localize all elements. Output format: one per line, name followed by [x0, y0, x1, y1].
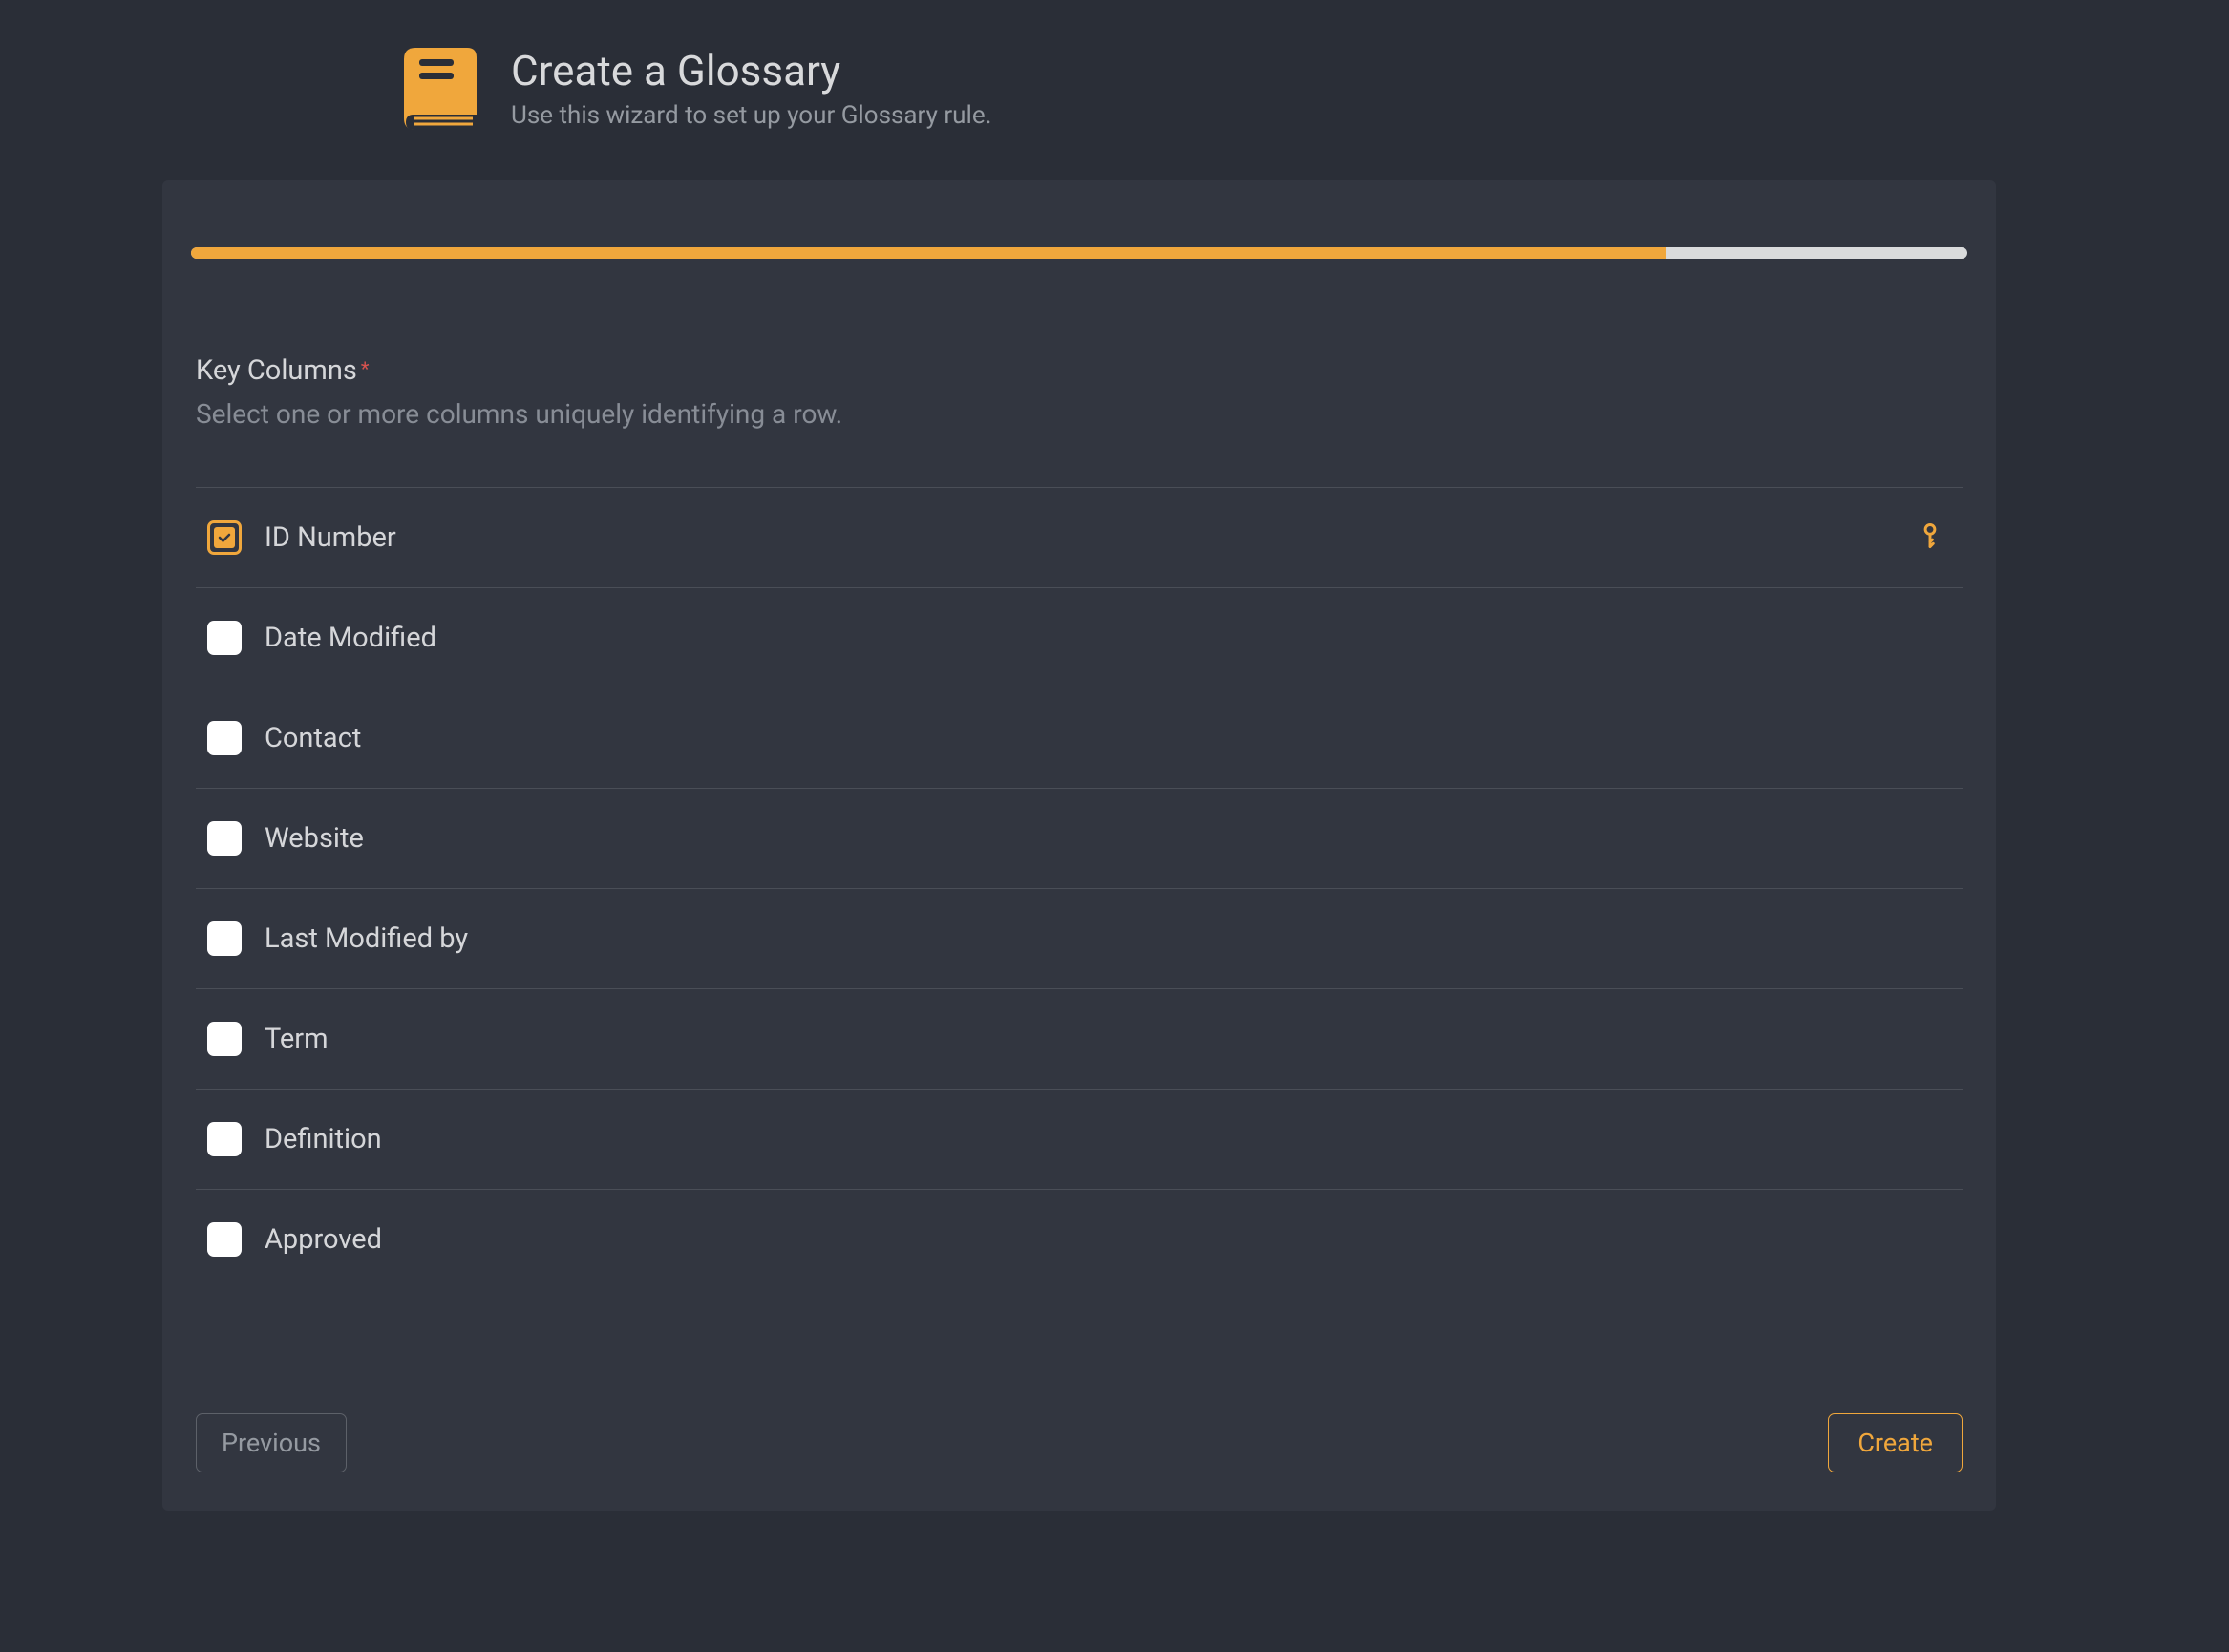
page-subtitle: Use this wizard to set up your Glossary … [511, 101, 991, 130]
column-label: Date Modified [265, 622, 436, 654]
column-row[interactable]: Approved [196, 1189, 1963, 1289]
column-label: Contact [265, 722, 361, 754]
column-checkbox[interactable] [207, 1122, 242, 1156]
page-title: Create a Glossary [511, 46, 991, 95]
checkmark-icon [214, 527, 235, 548]
column-checkbox[interactable] [207, 1022, 242, 1056]
progress-bar [191, 247, 1967, 259]
wizard-card: Key Columns* Select one or more columns … [162, 180, 1996, 1511]
column-label: Term [265, 1023, 329, 1055]
section-heading: Key Columns* [196, 354, 1963, 387]
progress-bar-fill [191, 247, 1666, 259]
column-checkbox[interactable] [207, 520, 242, 555]
column-checkbox[interactable] [207, 821, 242, 856]
column-row[interactable]: Website [196, 788, 1963, 888]
required-indicator: * [361, 357, 370, 380]
column-row[interactable]: ID Number [196, 487, 1963, 587]
column-label: Definition [265, 1123, 382, 1155]
column-label: Approved [265, 1223, 382, 1256]
column-row[interactable]: Last Modified by [196, 888, 1963, 988]
wizard-header: Create a Glossary Use this wizard to set… [198, 29, 2031, 157]
section-title: Key Columns [196, 354, 357, 387]
column-label: ID Number [265, 521, 396, 554]
create-button[interactable]: Create [1828, 1413, 1963, 1472]
column-label: Last Modified by [265, 922, 468, 955]
column-label: Website [265, 822, 364, 855]
column-checkbox[interactable] [207, 721, 242, 755]
previous-button[interactable]: Previous [196, 1413, 347, 1472]
section-subtitle: Select one or more columns uniquely iden… [196, 398, 1963, 430]
key-icon [1917, 522, 1943, 553]
column-row[interactable]: Date Modified [196, 587, 1963, 688]
column-row[interactable]: Definition [196, 1089, 1963, 1189]
column-checkbox[interactable] [207, 1222, 242, 1257]
column-checkbox[interactable] [207, 921, 242, 956]
glossary-icon [389, 38, 492, 138]
column-checkbox[interactable] [207, 621, 242, 655]
column-row[interactable]: Term [196, 988, 1963, 1089]
column-row[interactable]: Contact [196, 688, 1963, 788]
